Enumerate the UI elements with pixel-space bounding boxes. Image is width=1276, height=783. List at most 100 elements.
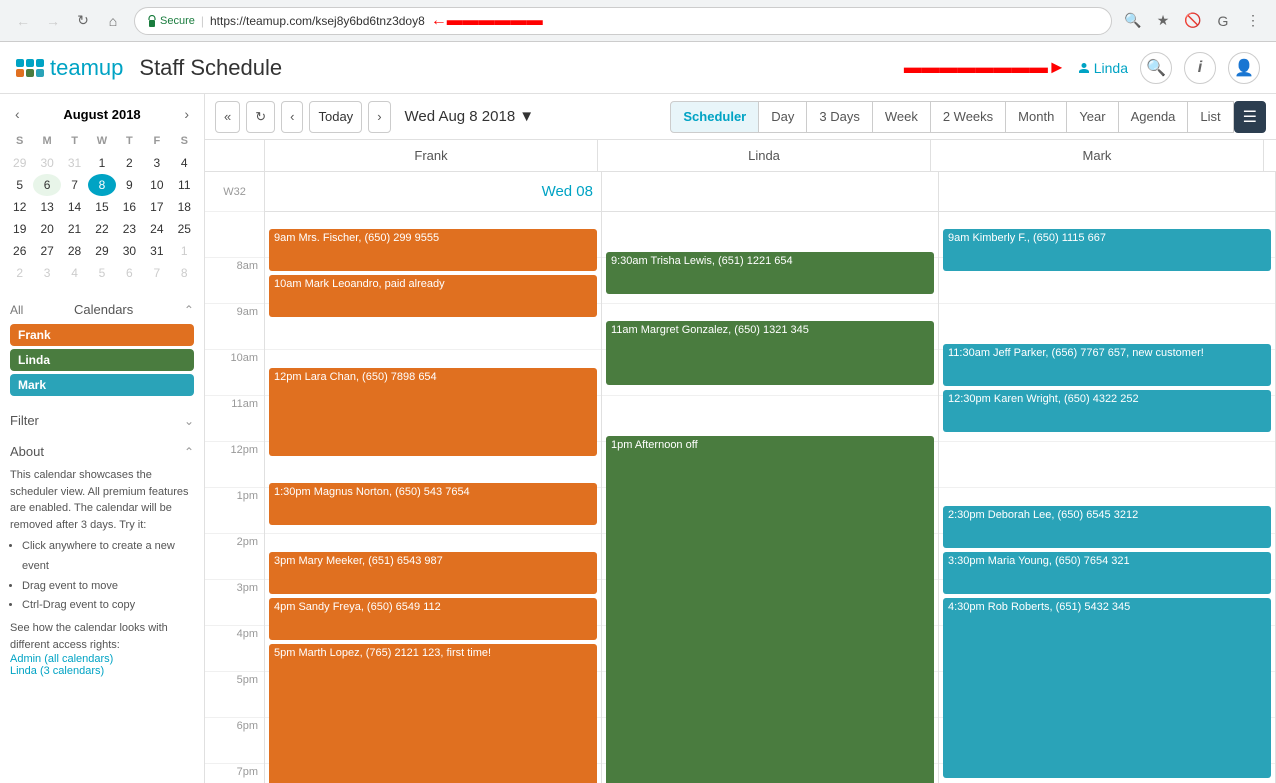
home-button[interactable]: ⌂	[100, 8, 126, 34]
calendar-frank[interactable]: Frank	[10, 324, 194, 346]
cal-day[interactable]: 31	[143, 240, 170, 262]
cal-day[interactable]: 26	[6, 240, 33, 262]
cal-day[interactable]: 4	[171, 152, 198, 174]
mark-event-1[interactable]: 9am Kimberly F., (650) 1115 667	[943, 229, 1271, 271]
mini-cal-next[interactable]: ›	[179, 104, 194, 124]
frank-column[interactable]: Wed 08	[265, 172, 602, 783]
cal-day[interactable]: 5	[6, 174, 33, 196]
about-header[interactable]: About ⌃	[10, 440, 194, 463]
cal-day[interactable]: 31	[61, 152, 88, 174]
cal-day[interactable]: 6	[33, 174, 60, 196]
filter-header[interactable]: Filter ⌄	[10, 409, 194, 432]
frank-event-4[interactable]: 1:30pm Magnus Norton, (650) 543 7654	[269, 483, 597, 525]
linda-event-1[interactable]: 9:30am Trisha Lewis, (651) 1221 654	[606, 252, 934, 294]
cal-day[interactable]: 29	[6, 152, 33, 174]
cal-day[interactable]: 13	[33, 196, 60, 218]
cal-day[interactable]: 1	[88, 152, 115, 174]
mini-cal-prev[interactable]: ‹	[10, 104, 25, 124]
mark-event-4[interactable]: 2:30pm Deborah Lee, (650) 6545 3212	[943, 506, 1271, 548]
address-bar[interactable]: Secure | https://teamup.com/ksej8y6bd6tn…	[134, 7, 1112, 35]
three-days-view-btn[interactable]: 3 Days	[807, 101, 872, 133]
date-display[interactable]: Wed Aug 8 2018 ▼	[397, 108, 543, 125]
search-icon-button[interactable]: 🔍	[1140, 52, 1172, 84]
cal-day[interactable]: 8	[171, 262, 198, 284]
day-view-btn[interactable]: Day	[759, 101, 807, 133]
zoom-button[interactable]: 🔍	[1120, 8, 1146, 34]
cal-day[interactable]: 2	[6, 262, 33, 284]
cal-day[interactable]: 1	[171, 240, 198, 262]
cal-day[interactable]: 3	[143, 152, 170, 174]
mark-event-3[interactable]: 12:30pm Karen Wright, (650) 4322 252	[943, 390, 1271, 432]
cal-day[interactable]: 28	[61, 240, 88, 262]
cal-day[interactable]: 7	[61, 174, 88, 196]
calendar-mark[interactable]: Mark	[10, 374, 194, 396]
cal-day[interactable]: 11	[171, 174, 198, 196]
frank-event-1[interactable]: 9am Mrs. Fischer, (650) 299 9555	[269, 229, 597, 271]
frank-event-5[interactable]: 3pm Mary Meeker, (651) 6543 987	[269, 552, 597, 594]
linda-event-3[interactable]: 1pm Afternoon off	[606, 436, 934, 783]
cal-day[interactable]: 24	[143, 218, 170, 240]
year-view-btn[interactable]: Year	[1067, 101, 1118, 133]
frank-event-6[interactable]: 4pm Sandy Freya, (650) 6549 112	[269, 598, 597, 640]
cal-day[interactable]: 4	[61, 262, 88, 284]
cal-day[interactable]: 23	[116, 218, 143, 240]
frank-event-2[interactable]: 10am Mark Leoandro, paid already	[269, 275, 597, 317]
admin-link[interactable]: Admin (all calendars)	[10, 653, 113, 665]
extension-button[interactable]: 🚫	[1180, 8, 1206, 34]
frank-event-3[interactable]: 12pm Lara Chan, (650) 7898 654	[269, 368, 597, 456]
cal-day[interactable]: 18	[171, 196, 198, 218]
linda-column[interactable]: 9:30am Trisha Lewis, (651) 1221 654 11am…	[602, 172, 939, 783]
bookmark-button[interactable]: ★	[1150, 8, 1176, 34]
mark-event-5[interactable]: 3:30pm Maria Young, (650) 7654 321	[943, 552, 1271, 594]
scheduler-body[interactable]: W32 8am 9am 10am 11am 12pm 1pm 2pm 3pm 4…	[205, 172, 1276, 783]
account-icon-button[interactable]: 👤	[1228, 52, 1260, 84]
cal-day[interactable]: 7	[143, 262, 170, 284]
scheduler-view-btn[interactable]: Scheduler	[670, 101, 759, 133]
week-view-btn[interactable]: Week	[873, 101, 931, 133]
frank-event-7[interactable]: 5pm Marth Lopez, (765) 2121 123, first t…	[269, 644, 597, 783]
cal-day-today[interactable]: 8	[88, 174, 115, 196]
two-weeks-view-btn[interactable]: 2 Weeks	[931, 101, 1006, 133]
mark-column[interactable]: 9am Kimberly F., (650) 1115 667 11:30am …	[939, 172, 1276, 783]
cal-day[interactable]: 22	[88, 218, 115, 240]
cal-day[interactable]: 5	[88, 262, 115, 284]
mark-event-2[interactable]: 11:30am Jeff Parker, (656) 7767 657, new…	[943, 344, 1271, 386]
cal-day[interactable]: 12	[6, 196, 33, 218]
info-icon-button[interactable]: i	[1184, 52, 1216, 84]
agenda-view-btn[interactable]: Agenda	[1119, 101, 1189, 133]
linda-link[interactable]: Linda (3 calendars)	[10, 665, 104, 677]
cal-day[interactable]: 30	[33, 152, 60, 174]
next-button[interactable]: ›	[368, 101, 390, 133]
refresh-button[interactable]: ↻	[70, 8, 96, 34]
today-button[interactable]: Today	[309, 101, 362, 133]
cal-day[interactable]: 14	[61, 196, 88, 218]
calendar-linda[interactable]: Linda	[10, 349, 194, 371]
cal-day[interactable]: 3	[33, 262, 60, 284]
cal-day[interactable]: 6	[116, 262, 143, 284]
cal-day[interactable]: 16	[116, 196, 143, 218]
forward-button[interactable]: →	[40, 8, 66, 34]
cal-day[interactable]: 29	[88, 240, 115, 262]
list-view-btn[interactable]: List	[1188, 101, 1233, 133]
cal-day[interactable]: 27	[33, 240, 60, 262]
cal-day[interactable]: 19	[6, 218, 33, 240]
cal-day[interactable]: 15	[88, 196, 115, 218]
user-link[interactable]: Linda	[1078, 60, 1128, 76]
cal-day[interactable]: 30	[116, 240, 143, 262]
mark-event-6[interactable]: 4:30pm Rob Roberts, (651) 5432 345	[943, 598, 1271, 778]
cal-day[interactable]: 21	[61, 218, 88, 240]
refresh-button[interactable]: ↻	[246, 101, 275, 133]
linda-event-2[interactable]: 11am Margret Gonzalez, (650) 1321 345	[606, 321, 934, 385]
cal-day[interactable]: 17	[143, 196, 170, 218]
cal-day[interactable]: 9	[116, 174, 143, 196]
prev-button[interactable]: ‹	[281, 101, 303, 133]
menu-dots[interactable]: ⋮	[1240, 8, 1266, 34]
prev-prev-button[interactable]: «	[215, 101, 240, 133]
cal-day[interactable]: 10	[143, 174, 170, 196]
month-view-btn[interactable]: Month	[1006, 101, 1067, 133]
calendars-header[interactable]: All Calendars ⌃	[10, 298, 194, 321]
menu-button[interactable]: ☰	[1234, 101, 1266, 133]
back-button[interactable]: ←	[10, 8, 36, 34]
cal-day[interactable]: 20	[33, 218, 60, 240]
profile-button[interactable]: G	[1210, 8, 1236, 34]
